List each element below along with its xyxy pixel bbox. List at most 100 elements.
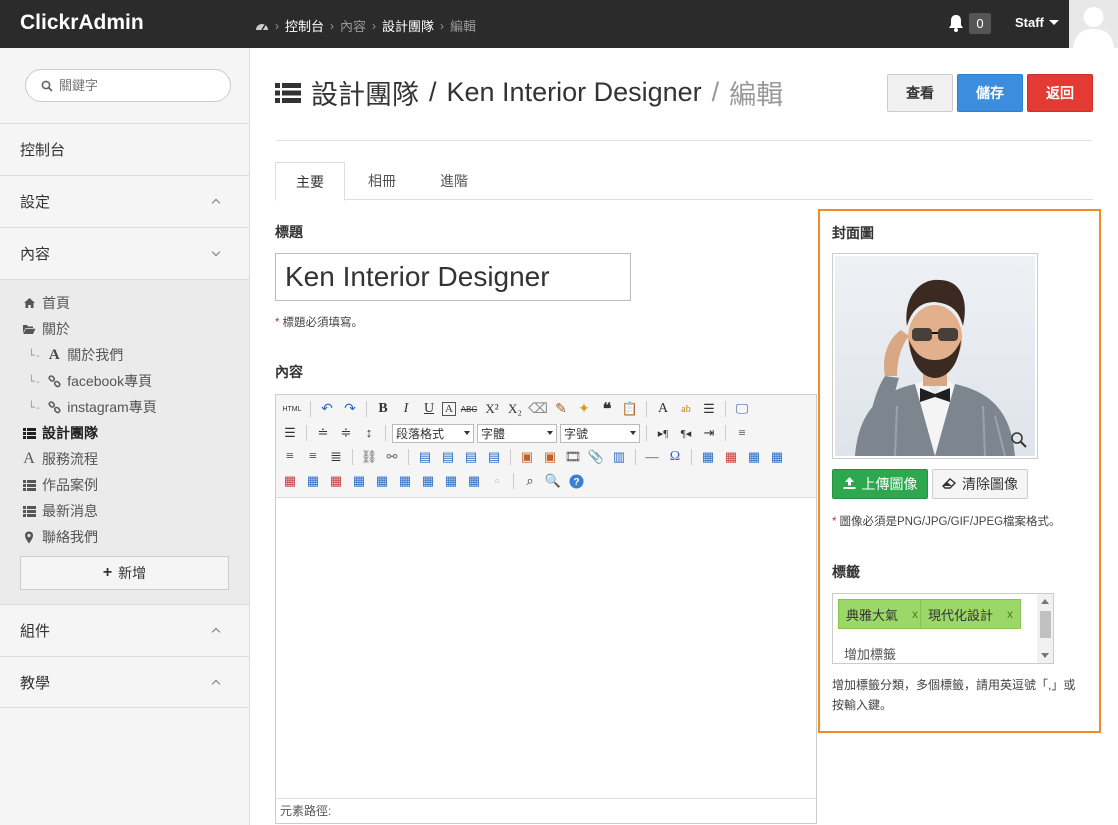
chart-icon[interactable]: ▫ xyxy=(487,471,507,491)
font-size-select[interactable]: 字號 xyxy=(560,423,640,443)
html-source-icon[interactable]: HTML xyxy=(280,399,304,419)
tags-input-box[interactable]: 典雅大氣 x 現代化設計 x 增加標籤 xyxy=(832,593,1054,664)
strikethrough-icon[interactable]: ABC xyxy=(459,399,479,419)
scroll-up-icon[interactable] xyxy=(1041,599,1049,604)
split-cols-icon[interactable]: ▦ xyxy=(464,471,484,491)
tag-new-input[interactable]: 增加標籤 xyxy=(844,644,896,663)
breadcrumb-dashboard[interactable]: 控制台 xyxy=(285,16,324,35)
align-right-icon[interactable]: ≡ xyxy=(303,447,323,467)
notification-count-badge[interactable]: 0 xyxy=(969,13,991,34)
redo-icon[interactable]: ↷ xyxy=(340,399,360,419)
bell-icon[interactable] xyxy=(948,14,964,32)
back-button[interactable]: 返回 xyxy=(1027,74,1093,112)
image-none-icon[interactable]: ▤ xyxy=(415,447,435,467)
row-spacing-top-icon[interactable]: ≐ xyxy=(313,423,333,443)
breadcrumb-content[interactable]: 內容 xyxy=(340,16,366,35)
sidebar-item-facebook[interactable]: └- facebook專頁 xyxy=(28,371,152,391)
tab-gallery[interactable]: 相冊 xyxy=(347,162,417,200)
tag-remove-button[interactable]: x xyxy=(1007,607,1013,621)
italic-icon[interactable]: I xyxy=(396,399,416,419)
paste-icon[interactable]: 📋 xyxy=(620,399,640,419)
split-cells-icon[interactable]: ▦ xyxy=(418,471,438,491)
unlink-icon[interactable]: ⚯ xyxy=(382,447,402,467)
view-button[interactable]: 查看 xyxy=(887,74,953,112)
underline-icon[interactable]: U xyxy=(419,399,439,419)
blockquote-icon[interactable]: ❝ xyxy=(597,399,617,419)
eraser-icon[interactable]: ⌫ xyxy=(528,399,548,419)
indent-icon[interactable]: ⇥ xyxy=(699,423,719,443)
multi-image-icon[interactable]: ▣ xyxy=(540,447,560,467)
brand-logo[interactable]: ClickrAdmin xyxy=(20,11,144,35)
align-center-icon[interactable]: ≡ xyxy=(280,447,300,467)
search-icon[interactable]: 🔍 xyxy=(543,471,563,491)
sidebar-section-content[interactable]: 內容 xyxy=(0,227,249,279)
unordered-list-icon[interactable]: ☰ xyxy=(280,423,300,443)
help-icon[interactable]: ? xyxy=(566,471,586,491)
background-color-icon[interactable]: ab xyxy=(676,399,696,419)
line-height-icon[interactable]: ↕ xyxy=(359,423,379,443)
ordered-list-icon[interactable]: ☰ xyxy=(699,399,719,419)
sidebar-item-design-team[interactable]: 設計團隊 xyxy=(22,423,98,443)
delete-col-icon[interactable]: ▦ xyxy=(326,471,346,491)
user-menu[interactable]: Staff xyxy=(1015,15,1059,30)
sidebar-item-home[interactable]: 首頁 xyxy=(22,293,70,313)
table-caption-icon[interactable]: ▦ xyxy=(744,447,764,467)
tab-main[interactable]: 主要 xyxy=(275,162,345,201)
template-icon[interactable]: ▥ xyxy=(609,447,629,467)
image-right-icon[interactable]: ▤ xyxy=(461,447,481,467)
video-icon[interactable]: 🎞 xyxy=(563,447,583,467)
horizontal-rule-icon[interactable]: — xyxy=(642,447,662,467)
sidebar-item-about[interactable]: 關於 xyxy=(22,319,70,339)
font-family-select[interactable]: 字體 xyxy=(477,423,557,443)
sidebar-section-dashboard[interactable]: 控制台 xyxy=(0,123,249,175)
tab-advanced[interactable]: 進階 xyxy=(419,162,489,200)
clear-image-button[interactable]: 清除圖像 xyxy=(932,469,1028,499)
insert-table-icon[interactable]: ▦ xyxy=(698,447,718,467)
font-border-icon[interactable]: A xyxy=(442,402,456,416)
sidebar-item-service-process[interactable]: A 服務流程 xyxy=(22,449,98,469)
editor-content-area[interactable] xyxy=(276,499,816,799)
sidebar-item-contact[interactable]: 聯絡我們 xyxy=(22,527,98,547)
superscript-icon[interactable]: X² xyxy=(482,399,502,419)
attachment-icon[interactable]: 📎 xyxy=(586,447,606,467)
rtl-direction-icon[interactable]: ¶◂ xyxy=(676,423,696,443)
merge-right-icon[interactable]: ▦ xyxy=(372,471,392,491)
tag-remove-button[interactable]: x xyxy=(912,607,918,621)
paragraph-format-select[interactable]: 段落格式 xyxy=(392,423,474,443)
sidebar-section-tutorial[interactable]: 教學 xyxy=(0,656,249,708)
image-center-icon[interactable]: ▤ xyxy=(484,447,504,467)
breadcrumb-design-team[interactable]: 設計團隊 xyxy=(382,16,434,35)
link-icon[interactable]: ⛓ xyxy=(359,447,379,467)
undo-icon[interactable]: ↶ xyxy=(317,399,337,419)
image-left-icon[interactable]: ▤ xyxy=(438,447,458,467)
delete-table-icon[interactable]: ▦ xyxy=(721,447,741,467)
align-justify-icon[interactable]: ≣ xyxy=(326,447,346,467)
search-input[interactable] xyxy=(59,78,219,93)
split-rows-icon[interactable]: ▦ xyxy=(441,471,461,491)
sidebar-item-portfolio[interactable]: 作品案例 xyxy=(22,475,98,495)
sidebar-item-instagram[interactable]: └- instagram專頁 xyxy=(28,397,157,417)
avatar[interactable] xyxy=(1069,0,1118,48)
merge-cells-icon[interactable]: ▦ xyxy=(349,471,369,491)
scrollbar-thumb[interactable] xyxy=(1040,611,1051,638)
title-input[interactable] xyxy=(275,253,631,301)
row-spacing-bottom-icon[interactable]: ≑ xyxy=(336,423,356,443)
add-item-button[interactable]: + 新增 xyxy=(20,556,229,590)
magic-wand-icon[interactable]: ✦ xyxy=(574,399,594,419)
upload-image-button[interactable]: 上傳圖像 xyxy=(832,469,928,499)
preview-icon[interactable]: 🖵 xyxy=(732,399,752,419)
sidebar-section-widgets[interactable]: 組件 xyxy=(0,604,249,656)
ltr-direction-icon[interactable]: ▸¶ xyxy=(653,423,673,443)
sidebar-item-about-us[interactable]: └- A 關於我們 xyxy=(28,345,123,365)
sidebar-item-news[interactable]: 最新消息 xyxy=(22,501,98,521)
align-left-icon[interactable]: ≡ xyxy=(732,423,752,443)
delete-row-icon[interactable]: ▦ xyxy=(280,471,300,491)
subscript-icon[interactable]: X₂ xyxy=(505,399,525,419)
cover-image[interactable] xyxy=(832,253,1038,459)
save-button[interactable]: 儲存 xyxy=(957,74,1023,112)
sidebar-section-settings[interactable]: 設定 xyxy=(0,175,249,227)
merge-down-icon[interactable]: ▦ xyxy=(395,471,415,491)
insert-col-icon[interactable]: ▦ xyxy=(303,471,323,491)
bold-icon[interactable]: B xyxy=(373,399,393,419)
search-box[interactable] xyxy=(25,69,231,102)
